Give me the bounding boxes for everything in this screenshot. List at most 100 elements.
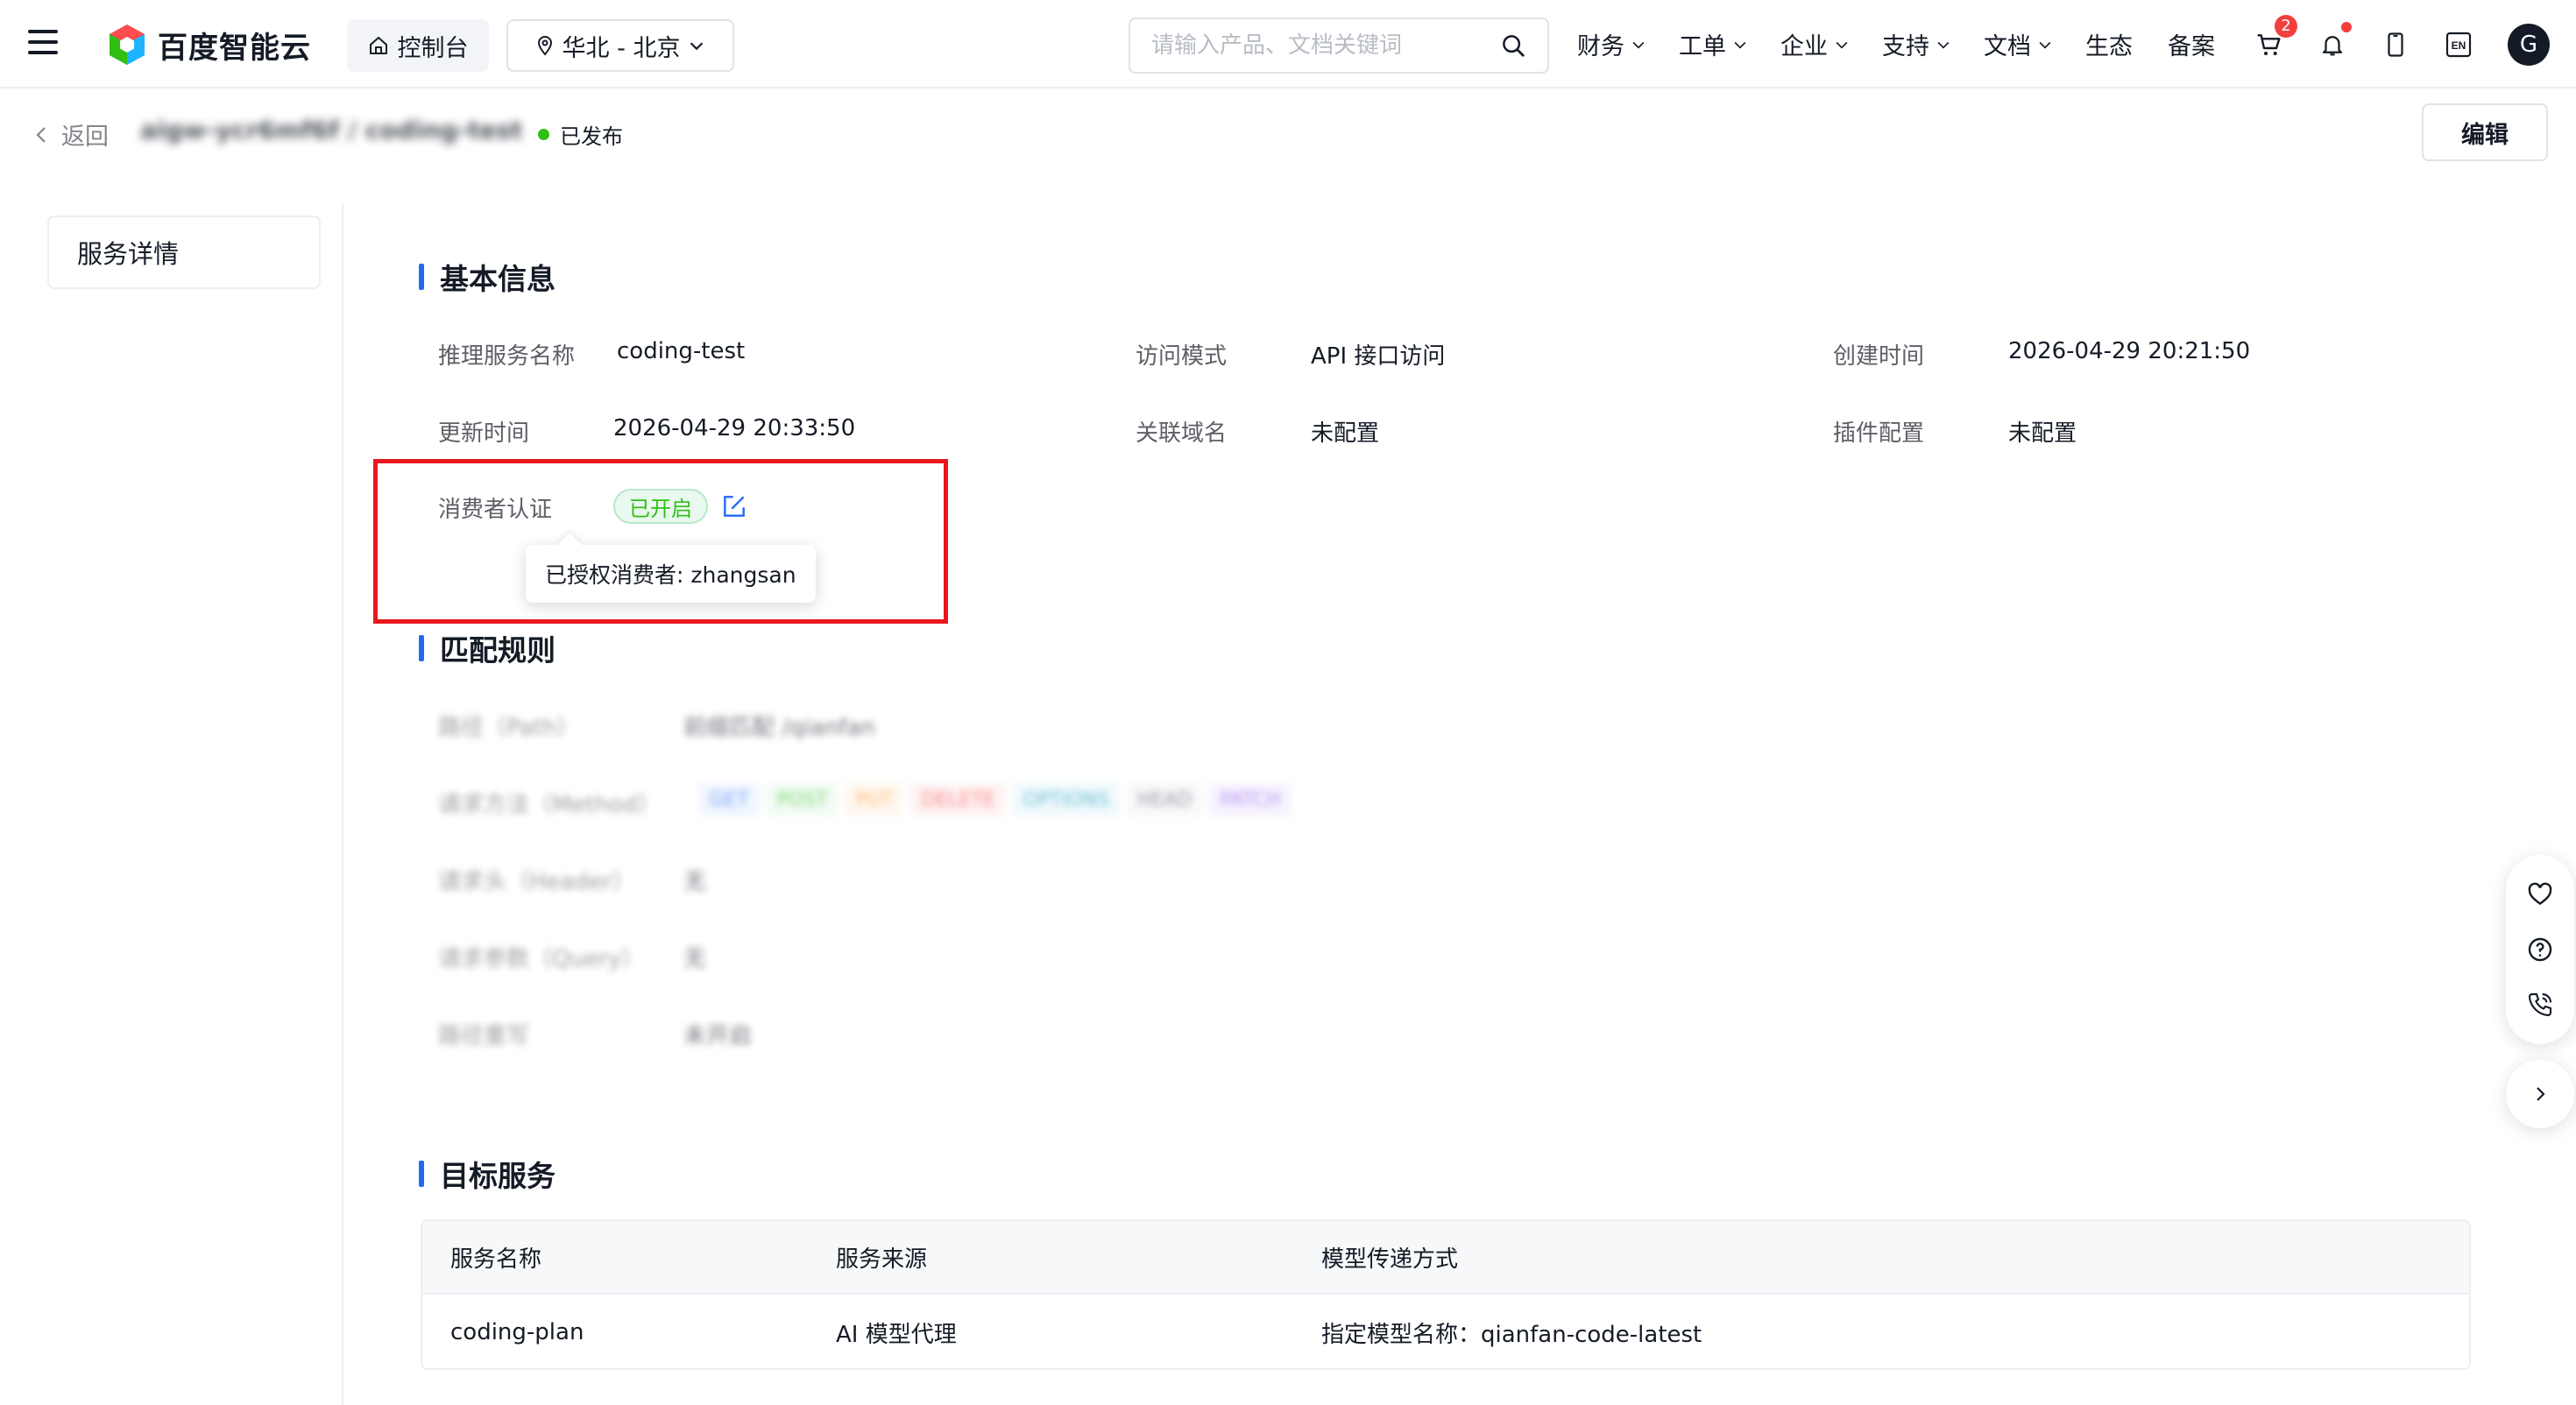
status-label: 已发布 — [560, 124, 623, 149]
service-path: aigw-ycr6mf6f / coding-test — [140, 116, 523, 145]
domain-value: 未配置 — [1311, 420, 1380, 447]
method-tag-list: GET POST PUT DELETE OPTIONS HEAD PATCH — [699, 783, 1299, 816]
match-rules-title: 匹配规则 — [440, 633, 556, 667]
mobile-icon — [2388, 32, 2403, 57]
nav-support[interactable]: 支持 — [1882, 27, 1952, 61]
method-tag-head: HEAD — [1126, 783, 1203, 816]
location-icon — [537, 36, 552, 56]
region-label: 华北 - 北京 — [562, 34, 681, 62]
nav-enterprise-label: 企业 — [1780, 33, 1828, 60]
updated-time-label: 更新时间 — [438, 420, 530, 447]
collapse-float-button[interactable] — [2506, 1060, 2574, 1128]
help-icon[interactable] — [2526, 935, 2554, 964]
back-button[interactable]: 返回 — [33, 117, 109, 152]
nav-ticket[interactable]: 工单 — [1679, 27, 1749, 61]
header-label: 请求头（Header） — [438, 869, 635, 895]
brand-name: 百度智能云 — [158, 30, 311, 66]
section-accent-bar — [419, 635, 424, 661]
table-header: 服务名称 服务来源 模型传递方式 — [422, 1221, 2469, 1295]
cell-service-name: coding-plan — [450, 1319, 584, 1345]
nav-ecosystem[interactable]: 生态 — [2085, 27, 2133, 61]
updated-time-value: 2026-04-29 20:33:50 — [613, 415, 856, 441]
method-tag-put: PUT — [845, 783, 904, 816]
method-label: 请求方法（Method） — [438, 792, 661, 818]
global-search[interactable] — [1129, 18, 1549, 74]
nav-support-label: 支持 — [1882, 33, 1929, 60]
mobile-app-button[interactable] — [2378, 27, 2413, 62]
section-title-target-service: 目标服务 — [419, 1153, 556, 1195]
heart-icon[interactable] — [2526, 880, 2554, 908]
search-icon[interactable] — [1500, 32, 1526, 59]
target-service-title: 目标服务 — [440, 1159, 556, 1193]
column-header-model-pass-mode: 模型传递方式 — [1321, 1246, 1459, 1273]
cell-model-pass-mode: 指定模型名称：qianfan-code-latest — [1321, 1321, 1702, 1348]
service-status: 已发布 — [538, 119, 623, 150]
search-input[interactable] — [1151, 32, 1500, 59]
phone-icon[interactable] — [2526, 991, 2554, 1019]
cart-count-badge: 2 — [2275, 14, 2297, 38]
method-tag-post: POST — [766, 783, 839, 816]
path-rewrite-label: 路径重写 — [438, 1023, 530, 1049]
plugin-label: 插件配置 — [1833, 420, 1925, 447]
nav-finance[interactable]: 财务 — [1577, 27, 1647, 61]
cart-button[interactable]: 2 — [2252, 14, 2297, 62]
notification-dot — [2341, 21, 2352, 32]
nav-ticket-label: 工单 — [1679, 33, 1726, 60]
nav-docs-label: 文档 — [1984, 33, 2031, 60]
method-tag-options: OPTIONS — [1012, 783, 1120, 816]
target-service-table: 服务名称 服务来源 模型传递方式 coding-plan AI 模型代理 指定模… — [421, 1219, 2471, 1370]
chevron-down-icon — [1632, 41, 1645, 49]
nav-filing[interactable]: 备案 — [2168, 27, 2215, 61]
section-accent-bar — [419, 1161, 424, 1187]
nav-filing-label: 备案 — [2168, 33, 2215, 60]
user-avatar[interactable]: G — [2508, 24, 2550, 66]
edit-button[interactable]: 编辑 — [2422, 103, 2548, 161]
chevron-down-icon — [690, 42, 704, 51]
status-dot — [538, 129, 549, 140]
section-accent-bar — [419, 264, 424, 290]
baidu-cloud-logo-icon — [110, 25, 145, 65]
method-tag-patch: PATCH — [1209, 783, 1292, 816]
table-row: coding-plan AI 模型代理 指定模型名称：qianfan-code-… — [422, 1295, 2469, 1368]
hamburger-menu-icon[interactable] — [28, 30, 58, 58]
sidebar-divider — [342, 203, 343, 1405]
created-time-value: 2026-04-29 20:21:50 — [2008, 338, 2251, 364]
service-name-value: coding-test — [617, 338, 746, 364]
nav-docs[interactable]: 文档 — [1984, 27, 2054, 61]
chevron-down-icon — [1836, 41, 1848, 49]
sidebar-item-service-details[interactable]: 服务详情 — [47, 215, 321, 289]
back-label: 返回 — [61, 124, 109, 151]
top-icon-group: 2 EN — [2252, 0, 2504, 88]
home-icon — [369, 37, 387, 54]
query-value: 无 — [683, 946, 707, 972]
path-rewrite-value: 未开启 — [683, 1023, 753, 1049]
nav-enterprise[interactable]: 企业 — [1780, 27, 1851, 61]
language-icon: EN — [2445, 32, 2472, 57]
column-header-service-source: 服务来源 — [836, 1246, 928, 1273]
plugin-value: 未配置 — [2008, 420, 2077, 447]
query-label: 请求参数（Query） — [438, 946, 645, 972]
chevron-left-icon — [36, 126, 46, 143]
column-header-service-name: 服务名称 — [450, 1246, 542, 1273]
chevron-down-icon — [1937, 41, 1950, 49]
service-name-label: 推理服务名称 — [438, 343, 576, 370]
notification-button[interactable] — [2315, 21, 2352, 62]
nav-finance-label: 财务 — [1577, 33, 1624, 60]
region-selector[interactable]: 华北 - 北京 — [506, 19, 734, 72]
cell-service-source: AI 模型代理 — [836, 1321, 957, 1348]
path-label: 路径（Path） — [438, 715, 580, 741]
nav-ecosystem-label: 生态 — [2085, 33, 2133, 60]
language-switch-button[interactable]: EN — [2441, 27, 2476, 62]
path-value: 前缀匹配 /qianfan — [683, 715, 875, 741]
brand-logo[interactable]: 百度智能云 — [105, 23, 311, 67]
domain-label: 关联域名 — [1136, 420, 1228, 447]
method-tag-delete: DELETE — [910, 783, 1006, 816]
console-label: 控制台 — [397, 34, 469, 62]
console-button[interactable]: 控制台 — [347, 19, 489, 72]
chevron-down-icon — [1734, 41, 1746, 49]
header-value: 无 — [683, 869, 707, 895]
annotation-highlight-box — [373, 459, 948, 624]
section-title-basic-info: 基本信息 — [419, 256, 556, 298]
method-tag-get: GET — [699, 783, 760, 816]
language-label: EN — [2452, 39, 2466, 52]
